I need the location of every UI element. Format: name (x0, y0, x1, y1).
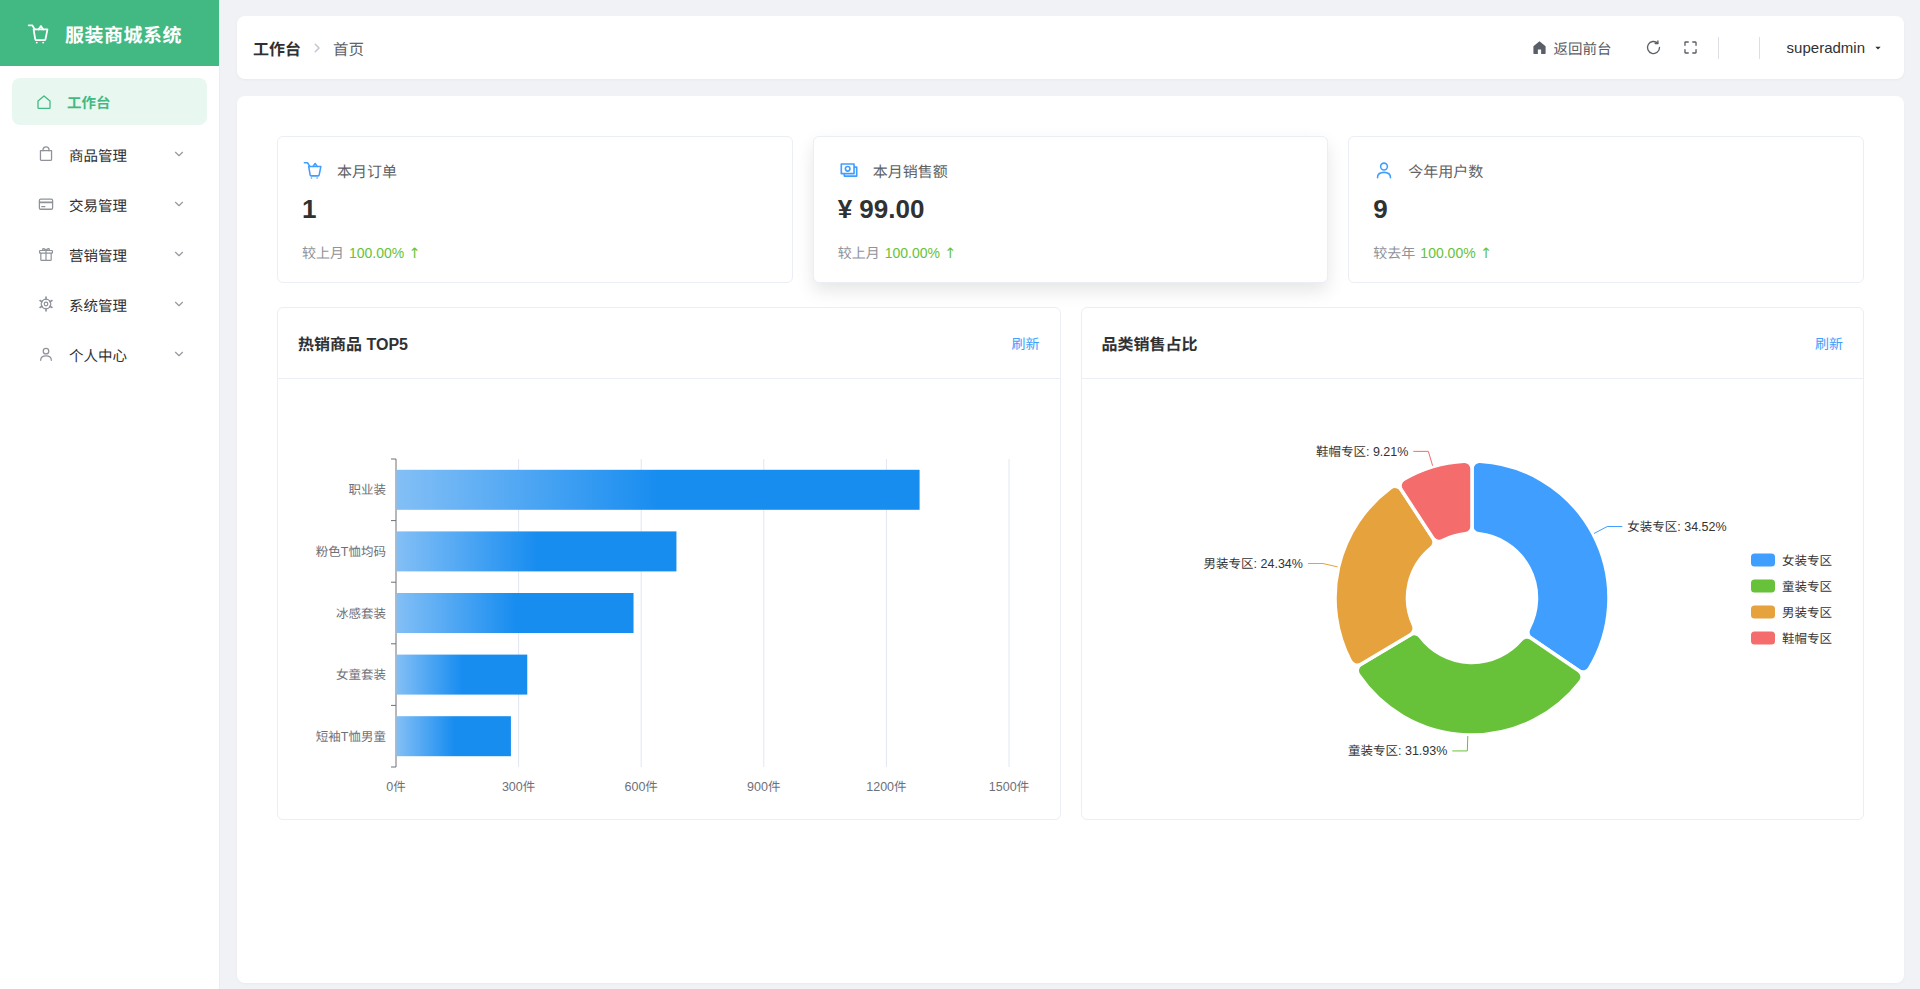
app-logo: 服装商城系统 (0, 0, 219, 66)
user-icon (1373, 159, 1395, 181)
svg-text:鞋帽专区: 9.21%: 鞋帽专区: 9.21% (1315, 445, 1407, 459)
refresh-link[interactable]: 刷新 (1815, 333, 1843, 353)
stat-value: ¥ 99.00 (838, 194, 1304, 225)
svg-text:女童套装: 女童套装 (336, 668, 386, 682)
sidebar-item-label: 交易管理 (69, 194, 172, 215)
svg-text:0件: 0件 (386, 780, 405, 794)
chevron-down-icon (172, 197, 186, 211)
sidebar-item-label: 系统管理 (69, 294, 172, 315)
sidebar-item-label: 商品管理 (69, 144, 172, 165)
donut-chart: 女装专区: 34.52% 童装专区: 31.93% 男装专区: 24.34% 鞋帽专区… (1082, 379, 1864, 820)
topbar: 工作台 首页 返回前台 (237, 16, 1904, 79)
user-icon (37, 345, 55, 363)
divider (1759, 37, 1760, 59)
stat-label: 今年用户数 (1408, 160, 1483, 181)
stat-card-monthly-orders: 本月订单 1 较上月100.00%↑ (277, 136, 793, 283)
svg-text:男装专区: 24.34%: 男装专区: 24.34% (1203, 557, 1302, 571)
fullscreen-icon[interactable] (1682, 39, 1699, 56)
sidebar-menu: 工作台 商品管理 交易管理 (0, 66, 219, 379)
sidebar-item-profile[interactable]: 个人中心 (0, 329, 219, 379)
arrow-up-icon: ↑ (408, 245, 420, 261)
topbar-actions: 返回前台 superadmin (1531, 37, 1884, 59)
sidebar-item-label: 个人中心 (69, 344, 172, 365)
sidebar-item-system[interactable]: 系统管理 (0, 279, 219, 329)
chevron-down-icon (172, 297, 186, 311)
legend-item[interactable]: 鞋帽专区 (1751, 632, 1832, 646)
username: superadmin (1787, 39, 1865, 56)
stat-trend: 较上月100.00%↑ (302, 242, 768, 262)
stat-trend: 较去年100.00%↑ (1373, 242, 1839, 262)
bar-chart: 0件 300件 600件 900件 1200件 1500件 职业装粉色T恤均码冰感套装女童套… (278, 379, 1060, 820)
user-menu[interactable]: superadmin (1787, 39, 1884, 56)
svg-text:男装专区: 男装专区 (1782, 606, 1832, 620)
svg-text:童装专区: 31.93%: 童装专区: 31.93% (1347, 744, 1446, 758)
back-to-front-button[interactable]: 返回前台 (1531, 37, 1612, 58)
gift-icon (37, 245, 55, 263)
home-icon (1531, 39, 1548, 56)
category-share-chart-card: 品类销售占比 刷新 女装专区: 34.52% 童装专区: 31.93% 男装专区: … (1081, 307, 1865, 820)
svg-text:1500件: 1500件 (989, 780, 1029, 794)
chart-title: 品类销售占比 (1102, 331, 1198, 355)
back-to-front-label: 返回前台 (1554, 37, 1612, 58)
sidebar-item-trades[interactable]: 交易管理 (0, 179, 219, 229)
legend-item[interactable]: 男装专区 (1751, 606, 1832, 620)
sidebar-item-products[interactable]: 商品管理 (0, 129, 219, 179)
refresh-link[interactable]: 刷新 (1012, 333, 1040, 353)
stat-label: 本月订单 (337, 160, 397, 181)
svg-text:冰感套装: 冰感套装 (336, 607, 386, 621)
svg-text:粉色T恤均码: 粉色T恤均码 (316, 545, 386, 559)
sidebar-item-label: 营销管理 (69, 244, 172, 265)
stat-value: 1 (302, 194, 768, 225)
credit-card-icon (37, 195, 55, 213)
arrow-up-icon: ↑ (1480, 245, 1492, 261)
chevron-down-icon (172, 247, 186, 261)
stat-card-yearly-users: 今年用户数 9 较去年100.00%↑ (1348, 136, 1864, 283)
breadcrumb: 工作台 首页 (253, 36, 364, 60)
breadcrumb-page: 首页 (333, 37, 364, 59)
top-products-chart-card: 热销商品 TOP5 刷新 0件 300件 600件 900件 1200件 1500件 职业装… (277, 307, 1061, 820)
shopping-bag-icon (37, 145, 55, 163)
svg-text:童装专区: 童装专区 (1782, 580, 1832, 594)
chevron-down-icon (172, 347, 186, 361)
shopping-cart-icon (302, 159, 324, 181)
svg-text:1200件: 1200件 (866, 780, 906, 794)
svg-text:职业装: 职业装 (348, 483, 386, 497)
money-icon (838, 159, 860, 181)
svg-text:女装专区: 女装专区 (1782, 554, 1832, 568)
stat-label: 本月销售额 (873, 160, 948, 181)
stat-card-monthly-sales: 本月销售额 ¥ 99.00 较上月100.00%↑ (813, 136, 1329, 283)
svg-text:女装专区: 34.52%: 女装专区: 34.52% (1627, 520, 1726, 534)
chevron-down-icon (172, 147, 186, 161)
main-area: 工作台 首页 返回前台 (221, 0, 1920, 983)
house-icon (35, 93, 53, 111)
shopping-cart-icon (26, 21, 51, 46)
charts-row: 热销商品 TOP5 刷新 0件 300件 600件 900件 1200件 1500件 职业装… (277, 307, 1864, 820)
svg-text:300件: 300件 (502, 780, 535, 794)
chart-title: 热销商品 TOP5 (298, 331, 408, 355)
stats-row: 本月订单 1 较上月100.00%↑ 本月销售额 ¥ 99.00 较上月100.… (277, 136, 1864, 283)
refresh-icon[interactable] (1645, 39, 1662, 56)
svg-text:600件: 600件 (625, 780, 658, 794)
content-panel: 本月订单 1 较上月100.00%↑ 本月销售额 ¥ 99.00 较上月100.… (237, 96, 1904, 983)
svg-text:900件: 900件 (747, 780, 780, 794)
chevron-right-icon (310, 41, 324, 55)
sidebar-item-label: 工作台 (67, 91, 186, 112)
legend-item[interactable]: 女装专区 (1751, 554, 1832, 568)
sidebar-item-marketing[interactable]: 营销管理 (0, 229, 219, 279)
gear-icon (37, 295, 55, 313)
divider (1718, 37, 1719, 59)
stat-trend: 较上月100.00%↑ (838, 242, 1304, 262)
sidebar: 服装商城系统 工作台 商品管理 交易管理 (0, 0, 220, 989)
svg-text:短袖T恤男童: 短袖T恤男童 (316, 730, 386, 744)
arrow-up-icon: ↑ (944, 245, 956, 261)
legend-item[interactable]: 童装专区 (1751, 580, 1832, 594)
breadcrumb-root[interactable]: 工作台 (253, 36, 301, 60)
stat-value: 9 (1373, 194, 1839, 225)
svg-text:鞋帽专区: 鞋帽专区 (1782, 632, 1832, 646)
caret-down-icon (1872, 42, 1884, 54)
app-title: 服装商城系统 (65, 20, 182, 47)
sidebar-item-workbench[interactable]: 工作台 (12, 78, 207, 125)
